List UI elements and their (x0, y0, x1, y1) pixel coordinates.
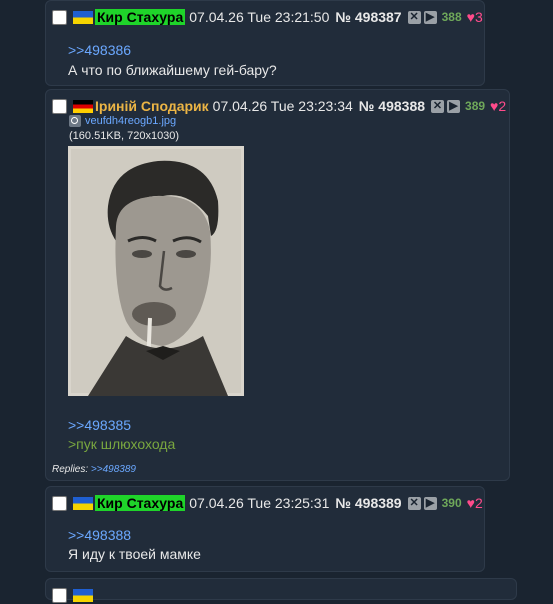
post-date: 07.04.26 Tue 23:23:34 (212, 98, 353, 114)
post-number[interactable]: № 498389 (335, 495, 401, 511)
reply-link[interactable]: >>498385 (68, 417, 131, 433)
post-date: 07.04.26 Tue 23:21:50 (189, 9, 330, 25)
like-count: 2 (498, 98, 507, 114)
heart-icon[interactable]: ♥ (490, 98, 498, 114)
post-header: Кир Стахура 07.04.26 Tue 23:21:50 № 4983… (52, 8, 483, 26)
greentext-quote: >пук шлюхохода (68, 436, 176, 452)
poster-name: Кир Стахура (95, 9, 186, 25)
file-name[interactable]: veufdh4reogb1.jpg (85, 115, 176, 127)
like-count: 2 (474, 495, 483, 511)
reply-link[interactable]: >>498388 (68, 527, 131, 543)
post-select-checkbox[interactable] (52, 9, 67, 25)
post-counter: 389 (465, 99, 486, 113)
post-header: Кир Стахура 07.04.26 Tue 23:25:31 № 4983… (52, 494, 483, 512)
ukraine-flag-icon (73, 588, 93, 602)
post-counter: 388 (441, 10, 462, 24)
post-date: 07.04.26 Tue 23:25:31 (189, 495, 330, 511)
replies-line: Replies: >>498389 (52, 464, 136, 475)
post-image-thumbnail[interactable] (68, 146, 244, 396)
post-next-partial (45, 578, 517, 603)
poster-name: Іриній Сподарик (95, 98, 209, 114)
post-number[interactable]: № 498388 (359, 98, 425, 114)
close-icon[interactable]: ✕ (431, 99, 445, 113)
ukraine-flag-icon (73, 496, 93, 510)
replies-label: Replies: (52, 464, 89, 475)
heart-icon[interactable]: ♥ (467, 495, 475, 511)
play-icon[interactable]: ▶ (447, 99, 461, 113)
file-info: (160.51KB, 720x1030) (69, 130, 180, 142)
post-select-checkbox[interactable] (52, 587, 67, 603)
close-icon[interactable]: ✕ (407, 10, 421, 24)
post-header (52, 586, 95, 604)
magnifier-icon[interactable] (69, 115, 81, 127)
post-select-checkbox[interactable] (52, 98, 67, 114)
post-number[interactable]: № 498387 (335, 9, 401, 25)
replies-link[interactable]: >>498389 (91, 464, 136, 475)
post-counter: 390 (441, 496, 462, 510)
play-icon[interactable]: ▶ (423, 496, 437, 510)
post-select-checkbox[interactable] (52, 495, 67, 511)
reply-link[interactable]: >>498386 (68, 42, 131, 58)
post-498389: Кир Стахура 07.04.26 Tue 23:25:31 № 4983… (45, 486, 485, 572)
file-link[interactable]: veufdh4reogb1.jpg (69, 115, 176, 127)
ukraine-flag-icon (73, 10, 93, 24)
germany-flag-icon (73, 99, 93, 113)
post-header: Іриній Сподарик 07.04.26 Tue 23:23:34 № … (52, 97, 506, 115)
post-text: А что по ближайшему гей-бару? (68, 62, 277, 78)
heart-icon[interactable]: ♥ (467, 9, 475, 25)
post-text: Я иду к твоей мамке (68, 546, 201, 562)
close-icon[interactable]: ✕ (407, 496, 421, 510)
post-498388: Іриній Сподарик 07.04.26 Tue 23:23:34 № … (45, 89, 510, 481)
play-icon[interactable]: ▶ (423, 10, 437, 24)
poster-name: Кир Стахура (95, 495, 186, 511)
like-count: 3 (474, 9, 483, 25)
post-498387: Кир Стахура 07.04.26 Tue 23:21:50 № 4983… (45, 0, 485, 86)
